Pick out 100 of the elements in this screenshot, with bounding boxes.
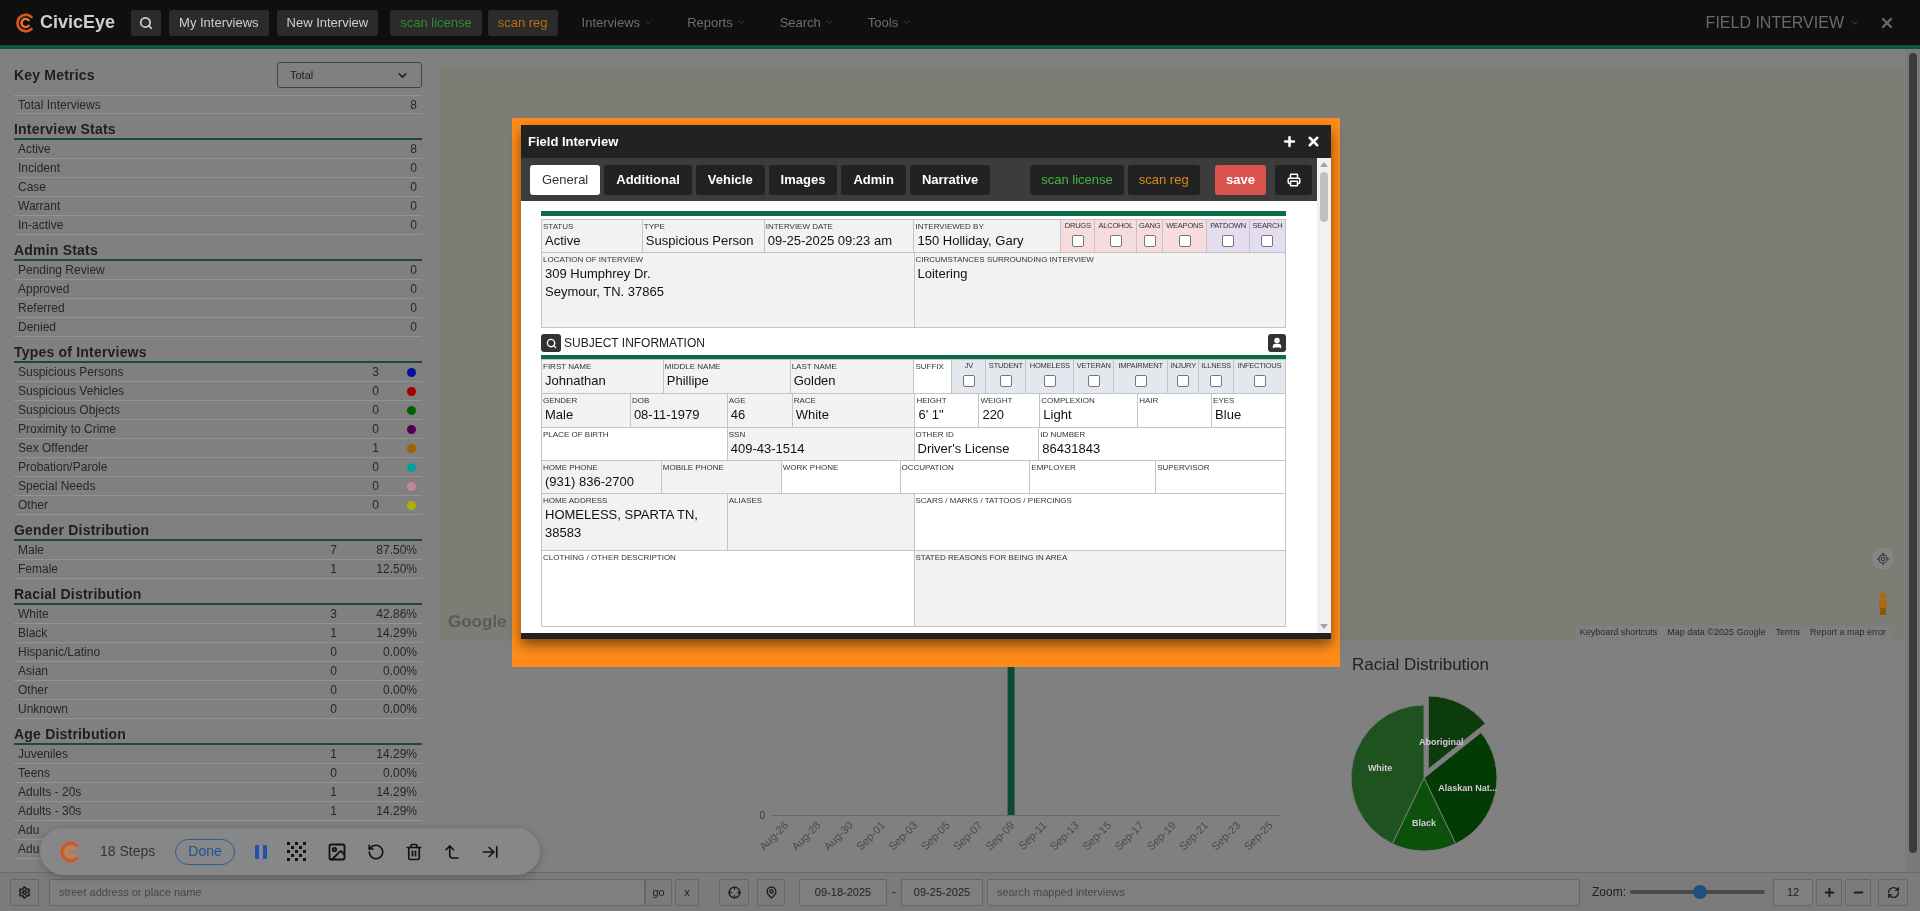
- checkbox[interactable]: [1109, 235, 1122, 247]
- trash-icon[interactable]: [404, 842, 423, 861]
- date-to-input[interactable]: 09-25-2025: [901, 878, 983, 906]
- checkbox[interactable]: [1143, 235, 1156, 247]
- tab[interactable]: Narrative: [909, 164, 991, 195]
- field-value[interactable]: Golden: [790, 372, 836, 390]
- chart-title: Racial Distribution: [1352, 654, 1490, 676]
- field-value[interactable]: Phillipe: [663, 372, 709, 390]
- zoom-in-button[interactable]: [1816, 878, 1842, 906]
- checkbox[interactable]: [1071, 235, 1084, 247]
- field-value[interactable]: 220: [979, 406, 1005, 424]
- row-value: 7: [330, 542, 337, 559]
- nav-menu[interactable]: Search: [769, 9, 844, 36]
- scrollbar[interactable]: [1905, 49, 1920, 872]
- field-value[interactable]: 08-11-1979: [630, 406, 700, 424]
- nav-menu[interactable]: Reports: [677, 9, 756, 36]
- dither-icon[interactable]: [286, 841, 307, 862]
- attribution-link[interactable]: Keyboard shortcuts: [1579, 626, 1658, 640]
- scan-license-button[interactable]: scan license: [1030, 164, 1124, 195]
- tab[interactable]: General: [530, 164, 601, 195]
- nav-menu[interactable]: Interviews: [571, 9, 664, 36]
- person-button[interactable]: [1268, 334, 1286, 352]
- field-value[interactable]: 46: [727, 406, 746, 424]
- scan-reg-button[interactable]: scan reg: [1127, 164, 1200, 195]
- map-pin-button[interactable]: [757, 878, 785, 906]
- attribution-link[interactable]: Terms: [1775, 626, 1800, 640]
- map-pin-icon: [764, 885, 778, 899]
- page-title-menu[interactable]: FIELD INTERVIEW: [1705, 10, 1860, 35]
- crosshair-button[interactable]: [719, 878, 749, 906]
- field-value[interactable]: Light: [1040, 406, 1072, 424]
- search-input[interactable]: search mapped interviews: [987, 878, 1580, 906]
- image-icon[interactable]: [326, 841, 347, 862]
- attribution-link[interactable]: Map data ©2025 Google: [1667, 626, 1766, 640]
- field-value[interactable]: (931) 836-2700: [542, 473, 634, 491]
- row-label: Male: [18, 542, 44, 559]
- print-button[interactable]: [1275, 164, 1312, 195]
- tab[interactable]: Admin: [841, 164, 906, 195]
- field-value[interactable]: Blue: [1212, 406, 1242, 424]
- clear-button[interactable]: x: [675, 878, 699, 906]
- settings-button[interactable]: [10, 878, 39, 906]
- nav-button[interactable]: New Interview: [276, 9, 379, 36]
- field-label: SCARS / MARKS / TATTOOS / PIERCINGS: [914, 495, 1072, 506]
- checkbox[interactable]: [999, 375, 1012, 387]
- undo-icon[interactable]: [366, 842, 385, 861]
- checkbox[interactable]: [1087, 375, 1100, 387]
- field-label: LAST NAME: [790, 361, 837, 372]
- row-value: 0: [410, 262, 417, 279]
- search-button[interactable]: [541, 334, 561, 352]
- checkbox[interactable]: [1043, 375, 1056, 387]
- field-value[interactable]: 309 Humphrey Dr. Seymour, TN. 37865: [542, 265, 664, 301]
- attribution-link[interactable]: Report a map error: [1809, 626, 1886, 640]
- scan-reg-button[interactable]: scan reg: [487, 9, 558, 36]
- field-value[interactable]: 09-25-2025 09:23 am: [764, 232, 892, 250]
- field-value[interactable]: 150 Holliday, Gary: [914, 232, 1024, 250]
- checkbox[interactable]: [1210, 375, 1223, 387]
- curved-arrow-icon[interactable]: [442, 842, 461, 861]
- save-button[interactable]: save: [1215, 164, 1266, 195]
- go-button[interactable]: go: [645, 878, 672, 906]
- field-value[interactable]: 409-43-1514: [727, 440, 805, 458]
- scrollbar[interactable]: [1317, 158, 1331, 633]
- tab[interactable]: Images: [768, 164, 838, 195]
- tab[interactable]: Vehicle: [695, 164, 765, 195]
- scan-license-button[interactable]: scan license: [390, 9, 482, 36]
- row-label: In-active: [18, 217, 64, 234]
- row-value: 0: [372, 459, 379, 476]
- nav-button[interactable]: My Interviews: [169, 9, 269, 36]
- field-label: FIRST NAME: [542, 361, 592, 372]
- search-button[interactable]: [131, 9, 162, 36]
- checkbox[interactable]: [962, 375, 975, 387]
- scrollbar-thumb[interactable]: [1320, 172, 1328, 222]
- scrollbar-thumb[interactable]: [1908, 53, 1917, 853]
- checkbox[interactable]: [1177, 375, 1190, 387]
- field-value[interactable]: White: [792, 406, 829, 424]
- field-value[interactable]: 6' 1": [915, 406, 944, 424]
- checkbox[interactable]: [1253, 375, 1266, 387]
- field-value[interactable]: Johnathan: [542, 372, 606, 390]
- locate-button[interactable]: [1872, 548, 1894, 570]
- metrics-select[interactable]: Total: [277, 62, 422, 88]
- field-value[interactable]: Active: [542, 232, 581, 250]
- row-value: 8: [410, 141, 417, 158]
- tab[interactable]: Additional: [604, 164, 692, 195]
- checkbox[interactable]: [1222, 235, 1235, 247]
- field-label: RACE: [792, 395, 816, 406]
- zoom-slider-thumb[interactable]: [1693, 885, 1708, 899]
- checkbox[interactable]: [1134, 375, 1147, 387]
- refresh-button[interactable]: [1878, 878, 1908, 906]
- field-value[interactable]: Loitering: [914, 265, 968, 283]
- row-value: 0: [410, 160, 417, 177]
- nav-menu[interactable]: Tools: [857, 9, 922, 36]
- field-value[interactable]: 86431843: [1039, 440, 1101, 458]
- field-value[interactable]: HOMELESS, SPARTA TN, 38583: [542, 506, 727, 542]
- expand-button[interactable]: [1281, 133, 1297, 150]
- checkbox[interactable]: [1178, 235, 1191, 247]
- date-from-input[interactable]: 09-18-2025: [799, 878, 887, 906]
- field-value[interactable]: Male: [542, 406, 574, 424]
- field-value[interactable]: Driver's License: [914, 440, 1010, 458]
- checkbox[interactable]: [1261, 235, 1274, 247]
- field-label: EYES: [1212, 395, 1235, 406]
- field-value[interactable]: Suspicious Person: [642, 232, 754, 250]
- zoom-value-input[interactable]: 12: [1773, 878, 1813, 906]
